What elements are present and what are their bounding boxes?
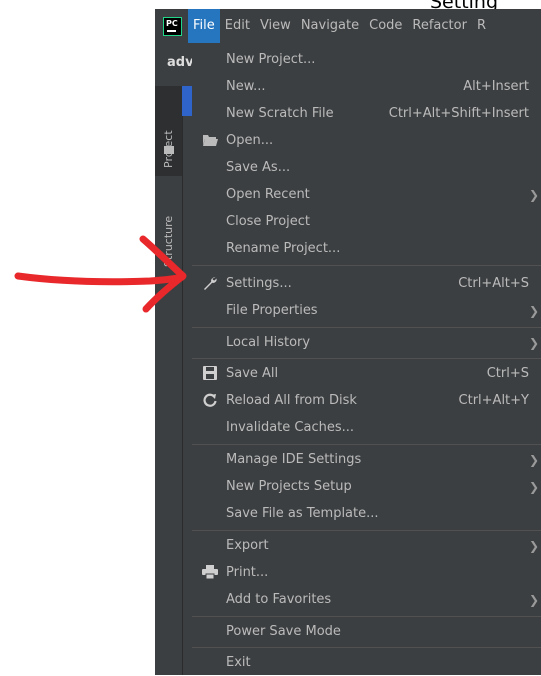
menu-item-close-project[interactable]: Close Project xyxy=(192,208,541,235)
menu-item-save-file-as-template[interactable]: Save File as Template... xyxy=(192,500,541,527)
menu-separator xyxy=(192,616,541,617)
menu-item-rename-project[interactable]: Rename Project... xyxy=(192,235,541,262)
menu-item-new-scratch-file[interactable]: New Scratch File Ctrl+Alt+Shift+Insert xyxy=(192,100,541,127)
file-menu-dropdown: New Project... New... Alt+Insert New Scr… xyxy=(192,43,541,675)
menu-item-open-recent[interactable]: Open Recent ❯ xyxy=(192,181,541,208)
menu-item-save-as[interactable]: Save As... xyxy=(192,154,541,181)
menu-item-reload-all[interactable]: Reload All from Disk Ctrl+Alt+Y xyxy=(192,387,541,414)
menu-item-file-properties[interactable]: File Properties ❯ xyxy=(192,297,541,324)
menu-item-print[interactable]: Print... xyxy=(192,559,541,586)
menu-separator xyxy=(192,444,541,445)
menu-item-local-history[interactable]: Local History ❯ xyxy=(192,329,541,356)
wrench-icon xyxy=(202,276,218,292)
menu-item-new-project[interactable]: New Project... xyxy=(192,46,541,73)
menu-refactor[interactable]: Refactor xyxy=(407,9,472,43)
submenu-arrow-icon: ❯ xyxy=(528,479,539,494)
menu-item-new-projects-setup[interactable]: New Projects Setup ❯ xyxy=(192,473,541,500)
menu-bar: PC File Edit View Navigate Code Refactor… xyxy=(155,9,541,43)
menu-item-power-save-mode[interactable]: Power Save Mode xyxy=(192,618,541,645)
menu-item-new[interactable]: New... Alt+Insert xyxy=(192,73,541,100)
annotation-arrow-icon xyxy=(14,235,187,313)
reload-icon xyxy=(202,393,218,409)
menu-separator xyxy=(192,327,541,328)
menu-item-manage-ide-settings[interactable]: Manage IDE Settings ❯ xyxy=(192,446,541,473)
menu-item-settings[interactable]: Settings... Ctrl+Alt+S xyxy=(192,270,541,297)
menu-separator xyxy=(192,530,541,531)
menu-edit[interactable]: Edit xyxy=(220,9,255,43)
menu-run-cut[interactable]: R xyxy=(472,9,491,43)
menu-separator xyxy=(192,358,541,359)
submenu-arrow-icon: ❯ xyxy=(528,335,539,350)
submenu-arrow-icon: ❯ xyxy=(528,592,539,607)
menu-code[interactable]: Code xyxy=(364,9,407,43)
menu-separator xyxy=(192,647,541,648)
save-disk-icon xyxy=(202,365,218,382)
menu-view[interactable]: View xyxy=(255,9,296,43)
folder-open-icon xyxy=(202,133,218,149)
submenu-arrow-icon: ❯ xyxy=(528,303,539,318)
menu-separator xyxy=(192,265,541,266)
submenu-arrow-icon: ❯ xyxy=(528,187,539,202)
menu-item-export[interactable]: Export ❯ xyxy=(192,532,541,559)
menu-item-open[interactable]: Open... xyxy=(192,127,541,154)
printer-icon xyxy=(202,564,218,581)
menu-navigate[interactable]: Navigate xyxy=(296,9,364,43)
submenu-arrow-icon: ❯ xyxy=(528,538,539,553)
menu-item-save-all[interactable]: Save All Ctrl+S xyxy=(192,360,541,387)
submenu-arrow-icon: ❯ xyxy=(528,452,539,467)
menu-item-invalidate-caches[interactable]: Invalidate Caches... xyxy=(192,414,541,441)
menu-item-add-to-favorites[interactable]: Add to Favorites ❯ xyxy=(192,586,541,613)
menu-item-exit[interactable]: Exit xyxy=(192,649,541,676)
